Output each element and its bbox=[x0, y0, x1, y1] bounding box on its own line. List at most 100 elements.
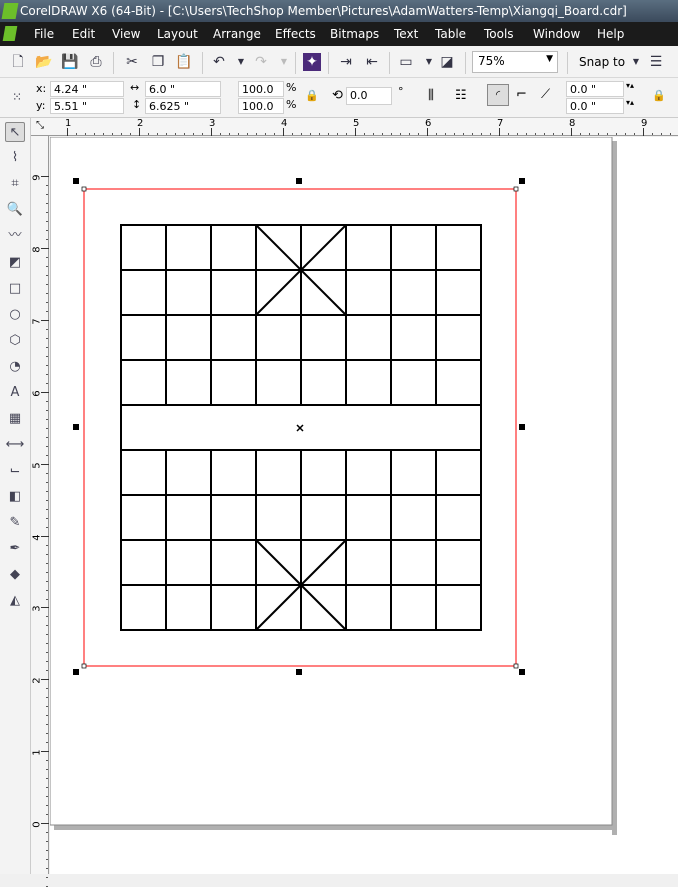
bbox-node bbox=[81, 186, 87, 192]
menu-arrange[interactable]: Arrange bbox=[213, 27, 261, 41]
redo-icon[interactable]: ↷ bbox=[252, 53, 270, 71]
lock-ratio-icon[interactable]: 🔒 bbox=[305, 89, 319, 102]
ruler-label: 4 bbox=[281, 118, 288, 129]
outline-pen-tool-icon[interactable]: ✒ bbox=[5, 539, 25, 559]
ruler-label: 3 bbox=[209, 118, 216, 129]
window-title: CorelDRAW X6 (64-Bit) - [C:\Users\TechSh… bbox=[20, 4, 627, 18]
scale-x-field[interactable]: 100.0 bbox=[238, 81, 284, 97]
ruler-origin-icon[interactable]: ⤡ bbox=[36, 120, 44, 131]
text-tool-icon[interactable]: A bbox=[5, 383, 25, 403]
cut-icon[interactable]: ✂ bbox=[123, 53, 141, 71]
menu-file[interactable]: File bbox=[34, 27, 54, 41]
ellipse-tool-icon[interactable]: ○ bbox=[5, 305, 25, 325]
import-icon[interactable]: ⇥ bbox=[337, 53, 355, 71]
selection-handle bbox=[519, 178, 525, 184]
undo-icon[interactable]: ↶ bbox=[210, 53, 228, 71]
snap-options-icon[interactable]: ☰ bbox=[647, 53, 665, 71]
rotation-field[interactable]: 0.0 bbox=[346, 87, 392, 105]
menu-layout[interactable]: Layout bbox=[157, 27, 198, 41]
menu-bar: File Edit View Layout Arrange Effects Bi… bbox=[0, 22, 678, 46]
degree-label: ° bbox=[398, 85, 404, 98]
height-icon: ↕ bbox=[132, 98, 142, 111]
ruler-label: 5 bbox=[353, 118, 360, 129]
interactive-fill-tool-icon[interactable]: ◭ bbox=[5, 591, 25, 611]
menu-tools[interactable]: Tools bbox=[484, 27, 514, 41]
height-field[interactable]: 6.625 " bbox=[145, 98, 221, 114]
save-icon[interactable]: 💾 bbox=[61, 53, 79, 71]
lock-corners-icon[interactable]: 🔒 bbox=[652, 89, 666, 102]
scale-y-field[interactable]: 100.0 bbox=[238, 98, 284, 114]
round-corner-icon[interactable]: ◜ bbox=[487, 84, 509, 106]
selection-handle bbox=[73, 669, 79, 675]
table-tool-icon[interactable]: ▦ bbox=[5, 409, 25, 429]
chamfered-corner-icon[interactable]: ⟋ bbox=[541, 87, 550, 102]
snap-to-dropdown[interactable]: Snap to bbox=[579, 55, 625, 69]
new-document-icon[interactable]: 🗋 bbox=[9, 53, 27, 71]
y-position-field[interactable]: 5.51 " bbox=[50, 98, 124, 114]
shape-tool-icon[interactable]: ⌇ bbox=[5, 148, 25, 168]
vertical-ruler[interactable]: 9876543210 bbox=[31, 136, 49, 887]
open-icon[interactable]: 📂 bbox=[35, 53, 53, 71]
blend-tool-icon[interactable]: ◧ bbox=[5, 487, 25, 507]
redo-dropdown-icon[interactable]: ▼ bbox=[275, 53, 293, 71]
crop-tool-icon[interactable]: ⌗ bbox=[5, 174, 25, 194]
print-icon[interactable]: ⎙ bbox=[87, 53, 105, 71]
menu-text[interactable]: Text bbox=[394, 27, 418, 41]
toolbox: ↖ ⌇ ⌗ 🔍 〰 ◩ □ ○ ⬡ ◔ A ▦ ⟷ ⌙ ◧ ✎ ✒ ◆ ◭ bbox=[0, 118, 31, 874]
eyedropper-tool-icon[interactable]: ✎ bbox=[5, 513, 25, 533]
selection-handle bbox=[73, 178, 79, 184]
menu-bitmaps[interactable]: Bitmaps bbox=[330, 27, 379, 41]
pick-tool-icon[interactable]: ↖ bbox=[5, 122, 25, 142]
width-field[interactable]: 6.0 " bbox=[145, 81, 221, 97]
search-content-icon[interactable]: ✦ bbox=[303, 53, 321, 71]
menu-window[interactable]: Window bbox=[533, 27, 580, 41]
copy-icon[interactable]: ❐ bbox=[149, 53, 167, 71]
rectangle-tool-icon[interactable]: □ bbox=[5, 279, 25, 299]
basic-shapes-tool-icon[interactable]: ◔ bbox=[5, 357, 25, 377]
coreldraw-logo-icon bbox=[1, 3, 19, 19]
menu-view[interactable]: View bbox=[112, 27, 140, 41]
publish-dropdown-icon[interactable]: ▼ bbox=[420, 53, 438, 71]
zoom-tool-icon[interactable]: 🔍 bbox=[5, 200, 25, 220]
export-icon[interactable]: ⇤ bbox=[363, 53, 381, 71]
scalloped-corner-icon[interactable]: ⌐ bbox=[516, 87, 527, 102]
horizontal-ruler[interactable]: ⤡ 1 2 3 4 5 6 7 8 9 bbox=[31, 118, 678, 136]
smart-fill-tool-icon[interactable]: ◩ bbox=[5, 253, 25, 273]
freehand-tool-icon[interactable]: 〰 bbox=[5, 226, 25, 246]
corner-radius-top-field[interactable]: 0.0 " bbox=[566, 81, 624, 97]
bbox-node bbox=[513, 186, 519, 192]
property-bar: ⁙ x: 4.24 " y: 5.51 " ↔ 6.0 " ↕ 6.625 " … bbox=[0, 78, 678, 118]
fill-tool-icon[interactable]: ◆ bbox=[5, 565, 25, 585]
undo-dropdown-icon[interactable]: ▼ bbox=[232, 53, 250, 71]
menu-effects[interactable]: Effects bbox=[275, 27, 316, 41]
dimension-tool-icon[interactable]: ⟷ bbox=[5, 435, 25, 455]
rotation-icon: ⟲ bbox=[332, 88, 343, 103]
drawing-canvas[interactable] bbox=[50, 137, 678, 874]
menu-edit[interactable]: Edit bbox=[72, 27, 95, 41]
zoom-level-select[interactable]: 75% ▼ bbox=[472, 51, 558, 73]
selection-handle bbox=[296, 178, 302, 184]
reference-point-icon[interactable]: ⁙ bbox=[8, 88, 26, 106]
connector-tool-icon[interactable]: ⌙ bbox=[5, 461, 25, 481]
publish-pdf-icon[interactable]: ▭ bbox=[397, 53, 415, 71]
snap-dropdown-icon[interactable]: ▼ bbox=[627, 53, 645, 71]
ruler-label: 8 bbox=[569, 118, 576, 129]
ruler-label: 2 bbox=[137, 118, 144, 129]
corner-radius-bottom-field[interactable]: 0.0 " bbox=[566, 98, 624, 114]
app-menu-icon[interactable] bbox=[2, 26, 18, 41]
drawing-page[interactable] bbox=[50, 137, 678, 874]
selection-handle bbox=[519, 424, 525, 430]
polygon-tool-icon[interactable]: ⬡ bbox=[5, 331, 25, 351]
title-bar: CorelDRAW X6 (64-Bit) - [C:\Users\TechSh… bbox=[0, 0, 678, 22]
mirror-horizontal-icon[interactable]: ⫼ bbox=[428, 88, 434, 103]
menu-help[interactable]: Help bbox=[597, 27, 624, 41]
paste-icon[interactable]: 📋 bbox=[175, 53, 193, 71]
mirror-vertical-icon[interactable]: ☷ bbox=[455, 88, 467, 103]
spinner-icon[interactable]: ▾▴ bbox=[626, 98, 634, 107]
ruler-label: 7 bbox=[497, 118, 504, 129]
menu-table[interactable]: Table bbox=[435, 27, 466, 41]
application-launcher-icon[interactable]: ◪ bbox=[438, 53, 456, 71]
spinner-icon[interactable]: ▾▴ bbox=[626, 81, 634, 90]
ruler-label: 9 bbox=[641, 118, 648, 129]
x-position-field[interactable]: 4.24 " bbox=[50, 81, 124, 97]
